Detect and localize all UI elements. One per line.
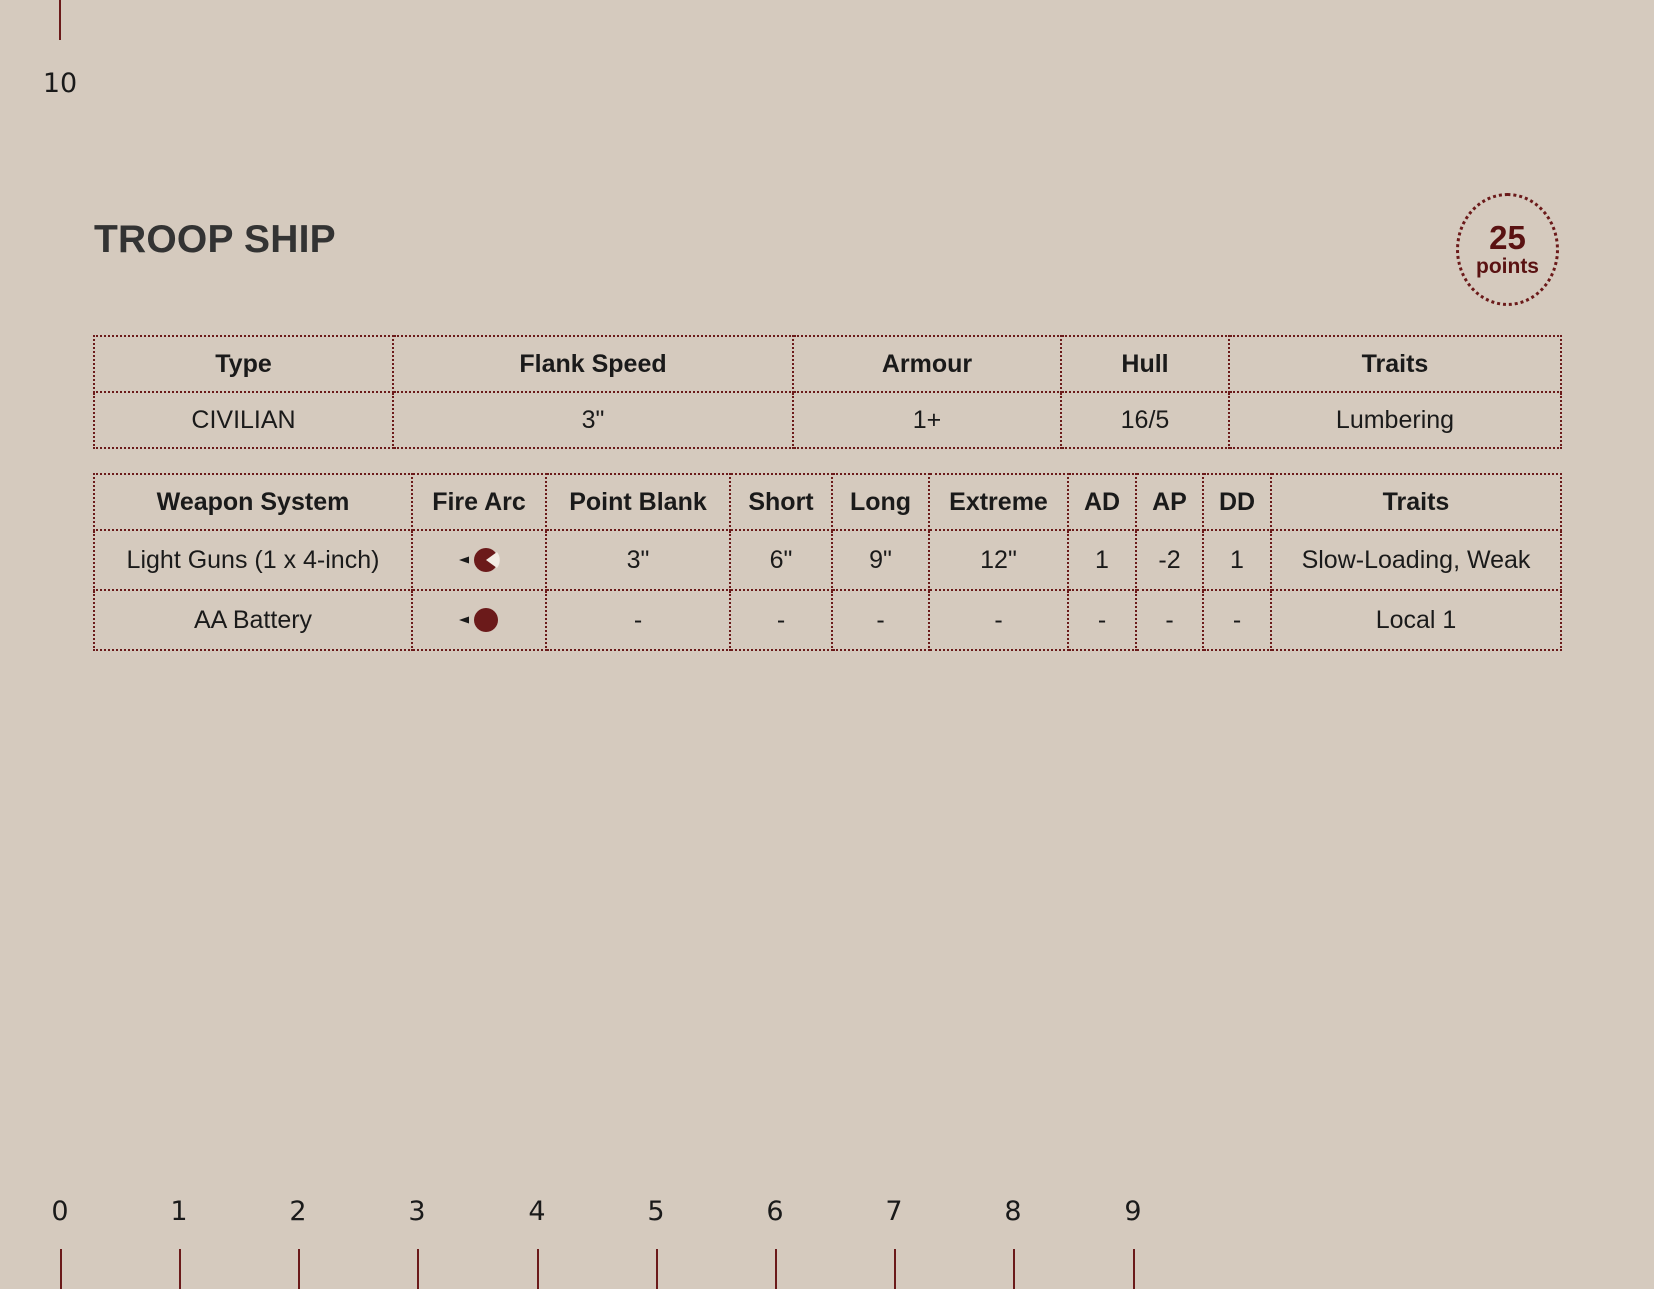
ap-value: -2 bbox=[1135, 529, 1204, 591]
partial-arc-icon bbox=[459, 548, 500, 572]
short-value: - bbox=[729, 589, 833, 651]
header-hull: Hull bbox=[1060, 335, 1230, 393]
header-flank-speed: Flank Speed bbox=[392, 335, 794, 393]
header-short: Short bbox=[729, 473, 833, 531]
ruler-label-top: 10 bbox=[42, 68, 78, 99]
page-title: TROOP SHIP bbox=[94, 218, 336, 261]
table-header-row: Weapon System Fire Arc Point Blank Short… bbox=[93, 473, 1562, 531]
fire-arc-cell bbox=[411, 529, 547, 591]
header-weapon-system: Weapon System bbox=[93, 473, 413, 531]
point-blank-value: 3" bbox=[545, 529, 731, 591]
fire-arc-cell bbox=[411, 589, 547, 651]
ruler-label-8: 8 bbox=[1004, 1196, 1022, 1227]
ruler-tick-2 bbox=[298, 1249, 300, 1289]
header-extreme: Extreme bbox=[928, 473, 1069, 531]
points-badge: 25 points bbox=[1456, 193, 1559, 306]
all-round-arc-icon bbox=[459, 608, 498, 632]
ruler-label-2: 2 bbox=[289, 1196, 307, 1227]
header-armour: Armour bbox=[792, 335, 1062, 393]
extreme-value: 12" bbox=[928, 529, 1069, 591]
dd-value: 1 bbox=[1202, 529, 1272, 591]
header-ad: AD bbox=[1067, 473, 1137, 531]
traits-value: Lumbering bbox=[1228, 391, 1562, 449]
ruler-tick-5 bbox=[656, 1249, 658, 1289]
header-point-blank: Point Blank bbox=[545, 473, 731, 531]
ruler-label-1: 1 bbox=[170, 1196, 188, 1227]
ruler-label-6: 6 bbox=[766, 1196, 784, 1227]
weapon-name: Light Guns (1 x 4-inch) bbox=[93, 529, 413, 591]
header-fire-arc: Fire Arc bbox=[411, 473, 547, 531]
ruler-tick-9 bbox=[1133, 1249, 1135, 1289]
header-traits: Traits bbox=[1228, 335, 1562, 393]
ruler-label-4: 4 bbox=[528, 1196, 546, 1227]
points-value: 25 bbox=[1489, 218, 1526, 256]
long-value: - bbox=[831, 589, 930, 651]
ad-value: 1 bbox=[1067, 529, 1137, 591]
ad-value: - bbox=[1067, 589, 1137, 651]
table-row: Light Guns (1 x 4-inch) 3" 6" 9" 12" 1 -… bbox=[93, 529, 1562, 591]
hull-value: 16/5 bbox=[1060, 391, 1230, 449]
ap-value: - bbox=[1135, 589, 1204, 651]
ruler-label-9: 9 bbox=[1124, 1196, 1142, 1227]
ruler-tick-3 bbox=[417, 1249, 419, 1289]
header-type: Type bbox=[93, 335, 394, 393]
ruler-label-5: 5 bbox=[647, 1196, 665, 1227]
long-value: 9" bbox=[831, 529, 930, 591]
weapon-traits: Slow-Loading, Weak bbox=[1270, 529, 1562, 591]
ruler-tick-1 bbox=[179, 1249, 181, 1289]
weapon-name: AA Battery bbox=[93, 589, 413, 651]
extreme-value: - bbox=[928, 589, 1069, 651]
ruler-tick-top bbox=[59, 0, 61, 40]
ruler-label-3: 3 bbox=[408, 1196, 426, 1227]
header-ap: AP bbox=[1135, 473, 1204, 531]
ruler-tick-8 bbox=[1013, 1249, 1015, 1289]
header-traits: Traits bbox=[1270, 473, 1562, 531]
ruler-label-0: 0 bbox=[51, 1196, 69, 1227]
ruler-tick-4 bbox=[537, 1249, 539, 1289]
type-value: CIVILIAN bbox=[93, 391, 394, 449]
ruler-tick-6 bbox=[775, 1249, 777, 1289]
dd-value: - bbox=[1202, 589, 1272, 651]
points-label: points bbox=[1476, 254, 1539, 278]
weapons-table: Weapon System Fire Arc Point Blank Short… bbox=[93, 473, 1562, 651]
flank-speed-value: 3" bbox=[392, 391, 794, 449]
ruler-tick-7 bbox=[894, 1249, 896, 1289]
short-value: 6" bbox=[729, 529, 833, 591]
armour-value: 1+ bbox=[792, 391, 1062, 449]
ruler-label-7: 7 bbox=[885, 1196, 903, 1227]
weapon-traits: Local 1 bbox=[1270, 589, 1562, 651]
table-row: AA Battery - - - - - - - Local 1 bbox=[93, 589, 1562, 651]
ruler-tick-0 bbox=[60, 1249, 62, 1289]
table-header-row: Type Flank Speed Armour Hull Traits bbox=[93, 335, 1562, 393]
header-long: Long bbox=[831, 473, 930, 531]
header-dd: DD bbox=[1202, 473, 1272, 531]
ship-stats-table: Type Flank Speed Armour Hull Traits CIVI… bbox=[93, 335, 1562, 449]
table-row: CIVILIAN 3" 1+ 16/5 Lumbering bbox=[93, 391, 1562, 449]
point-blank-value: - bbox=[545, 589, 731, 651]
